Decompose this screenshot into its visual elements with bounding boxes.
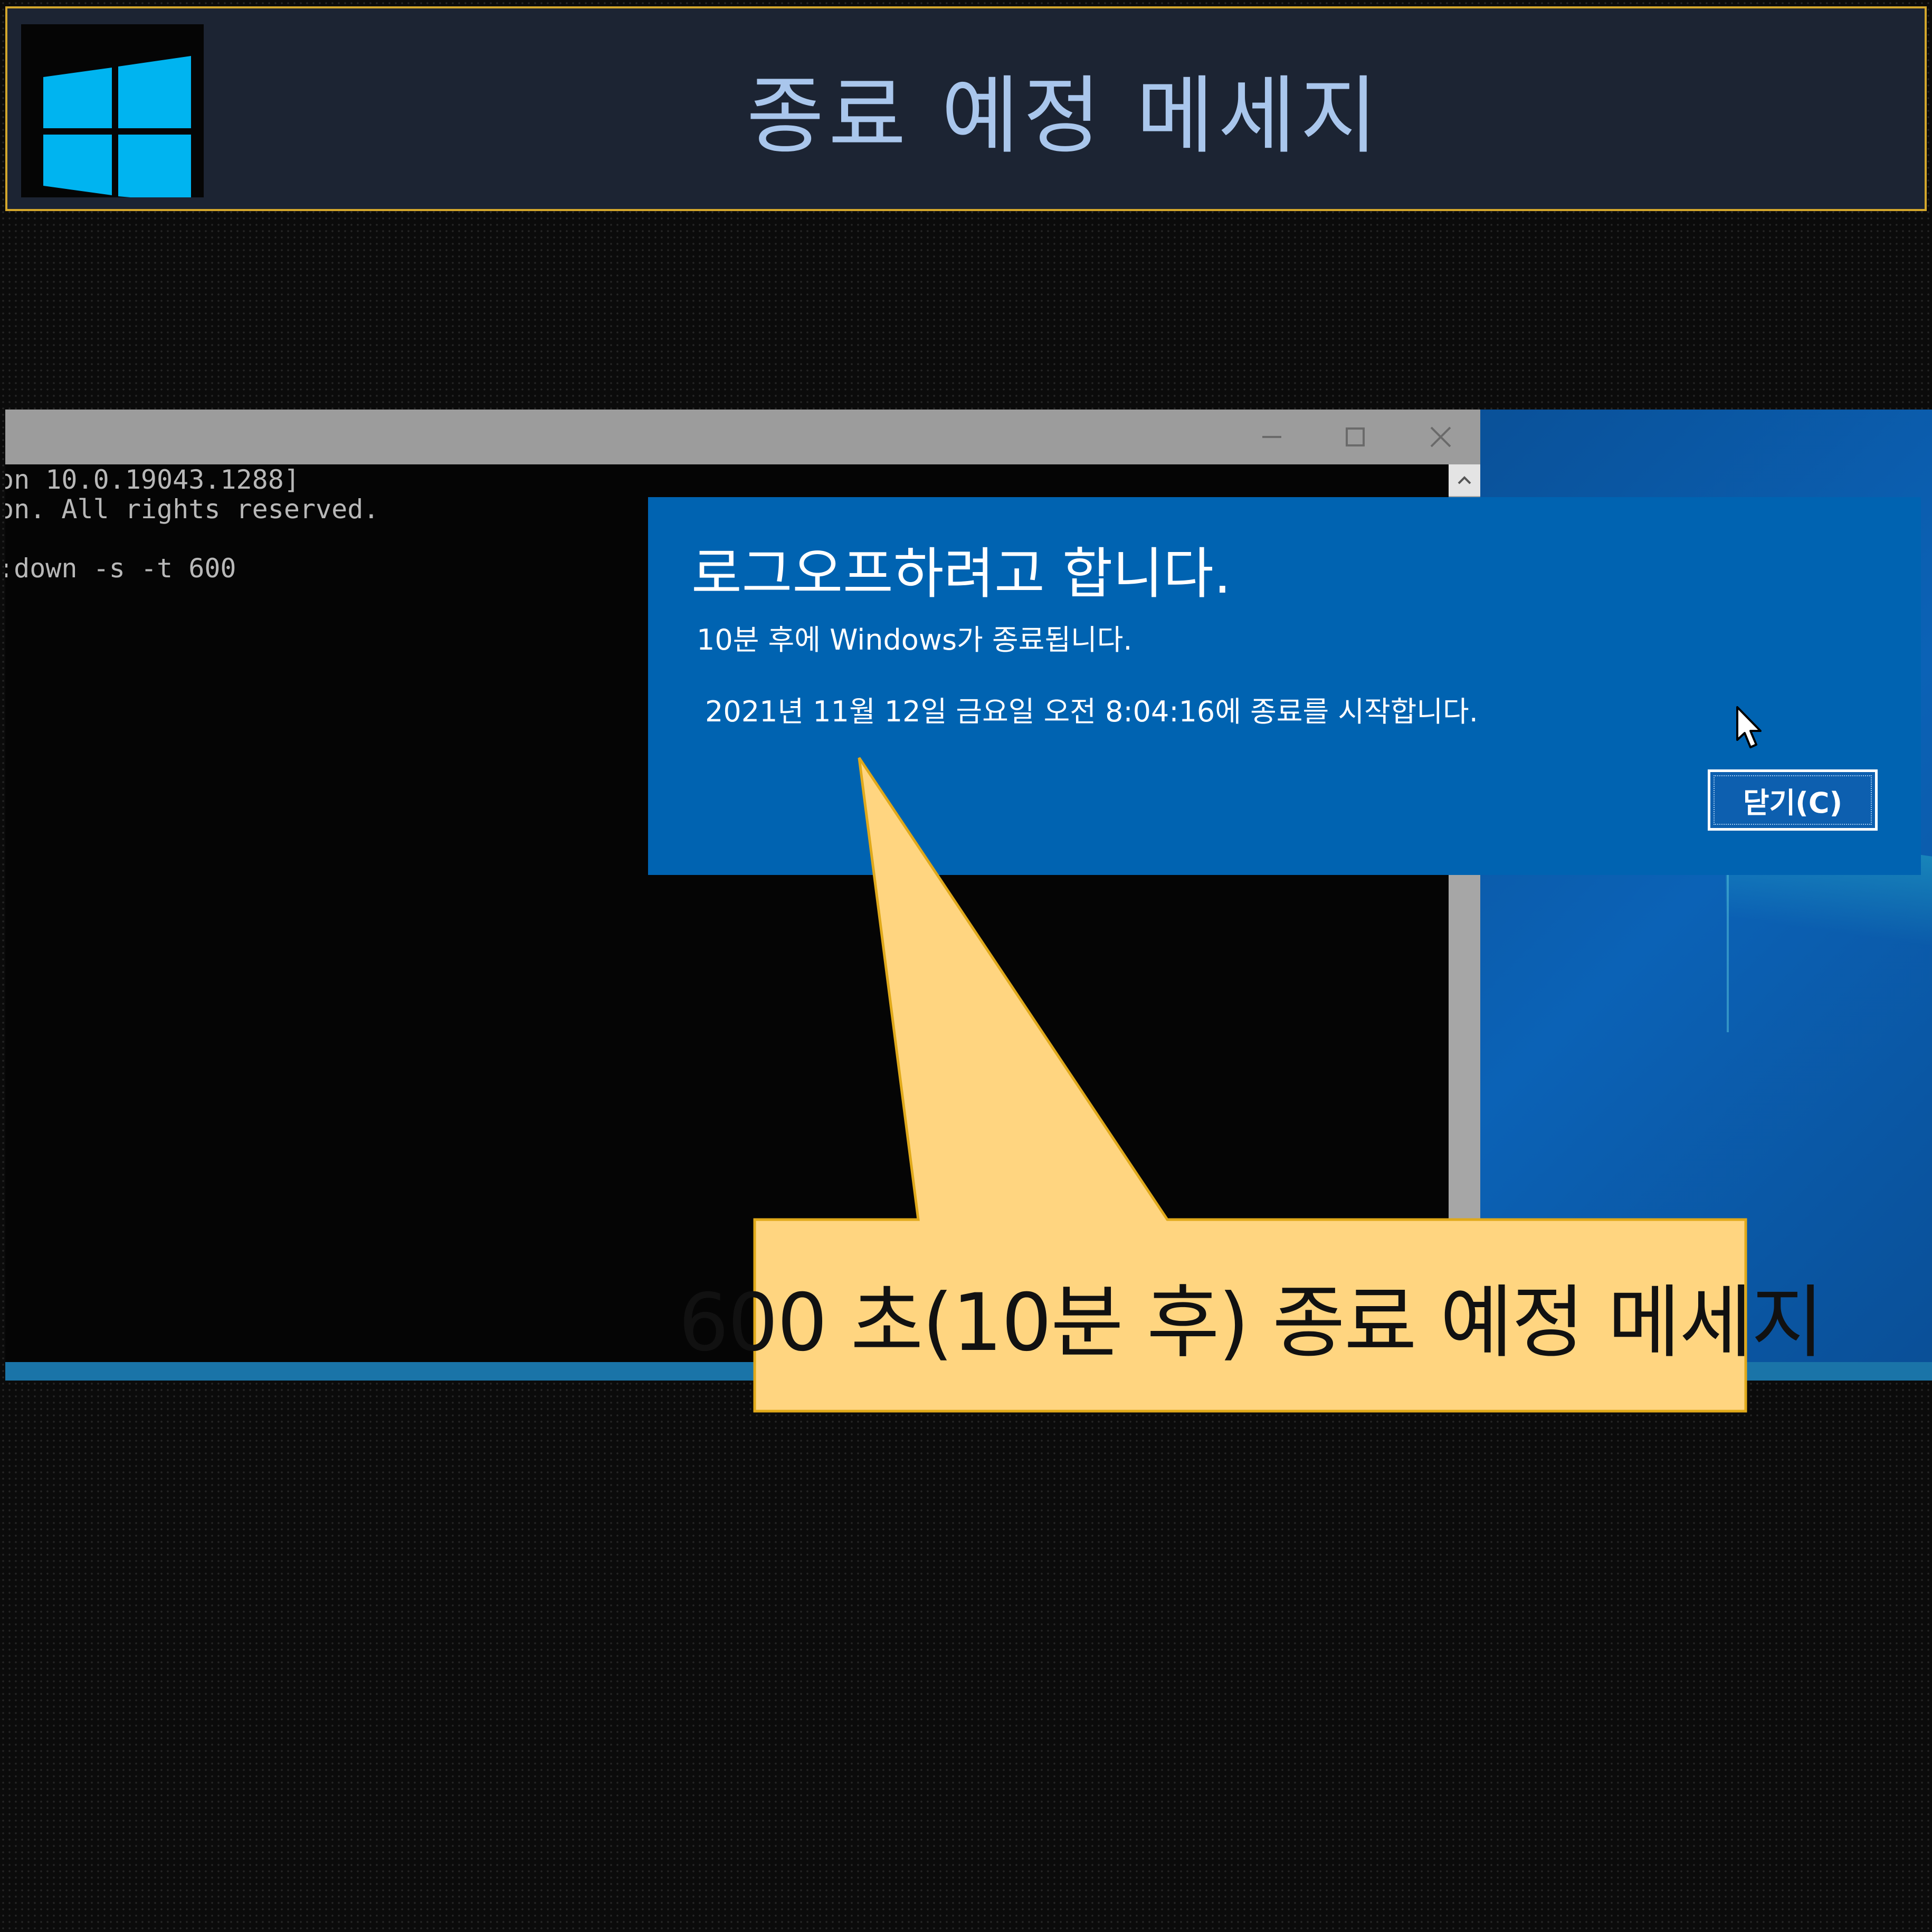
callout-shape	[753, 757, 1747, 1413]
callout-text: 600 초(10분 후) 종료 예정 메세지	[678, 1277, 1824, 1369]
